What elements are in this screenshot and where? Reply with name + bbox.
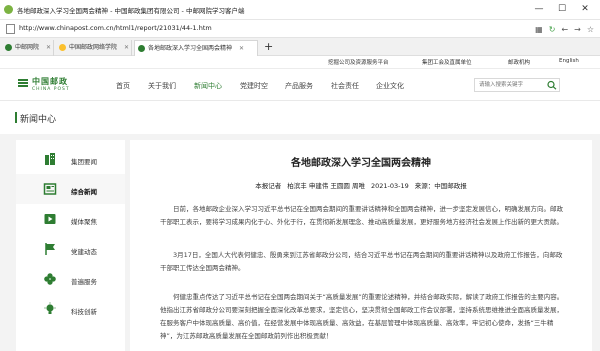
logo-text: 中国邮政	[32, 77, 68, 86]
sidebar-item-label: 党建动态	[71, 248, 97, 256]
video-icon	[44, 214, 56, 224]
close-window-button[interactable]: ✕	[574, 2, 596, 17]
article-source: 来源：中国邮政报	[414, 182, 467, 190]
sidebar-item-general-news[interactable]: 综合新闻	[16, 174, 125, 204]
top-link[interactable]: 邮政机构	[508, 58, 530, 66]
window-titlebar: 各地邮政深入学习全国两会精神 - 中国邮政集团有限公司 - 中邮网院学习客户端 …	[0, 0, 600, 20]
nav-party[interactable]: 党建时空	[240, 81, 268, 91]
breadcrumb: 新闻中心	[0, 102, 600, 134]
nav-culture[interactable]: 企业文化	[376, 81, 404, 91]
tab-bar: 中邮网院 ✕ 中国邮政网络学院 ✕ 各地邮政深入学习全国两会精神 ✕ +	[0, 38, 600, 56]
search-icon[interactable]	[546, 80, 558, 90]
nav-csr[interactable]: 社会责任	[331, 81, 359, 91]
sidebar: 集团要闻 综合新闻 媒体聚焦 党建动态 普遍服务 科技创新	[16, 140, 125, 351]
tab-label: 各地邮政深入学习全国两会精神	[148, 45, 233, 52]
tab-article[interactable]: 各地邮政深入学习全国两会精神 ✕	[134, 40, 258, 56]
tab-favicon	[138, 45, 145, 52]
reporters: 柏滨丰 申建伟 王圆圆 周唯	[287, 182, 365, 190]
article-paragraph: 日前，各地邮政企业深入学习习近平总书记在全国两会期间的重要讲话精神和全国两会精神…	[160, 205, 563, 226]
refresh-icon[interactable]: ↻	[549, 25, 556, 34]
sidebar-item-party[interactable]: 党建动态	[16, 234, 125, 264]
page-icon	[6, 24, 15, 34]
article-meta: 本报记者 柏滨丰 申建伟 王圆圆 周唯 2021-03-19 来源：中国邮政报	[130, 180, 592, 190]
bulb-icon	[44, 302, 56, 314]
nav-about[interactable]: 关于我们	[148, 81, 176, 91]
sidebar-item-label: 普遍服务	[71, 278, 97, 286]
tab-label: 中邮网院	[15, 44, 40, 51]
reporter-label: 本报记者	[255, 182, 282, 190]
tab-zhongyou[interactable]: 中邮网院 ✕	[2, 40, 54, 56]
newspaper-icon	[43, 183, 57, 195]
tab-label: 中国邮政网络学院	[69, 44, 118, 51]
close-icon[interactable]: ✕	[239, 45, 244, 52]
nav-news[interactable]: 新闻中心	[194, 81, 222, 91]
site-top-links: 挖掘公司及资源服务平台 集团工会及直属单位 邮政机构 English	[0, 56, 600, 69]
search-input[interactable]	[476, 80, 544, 90]
article-title: 各地邮政深入学习全国两会精神	[291, 158, 431, 169]
minimize-button[interactable]: —	[528, 2, 550, 17]
nav-home[interactable]: 首页	[116, 81, 130, 91]
sidebar-item-universal-service[interactable]: 普遍服务	[16, 264, 125, 294]
back-icon[interactable]: ←	[561, 25, 568, 34]
clover-icon	[44, 273, 56, 285]
article-paragraph: 何健忠重点传达了习近平总书记在全国两会期间关于“高质量发展”的重要论述精神，并结…	[160, 293, 564, 340]
top-link[interactable]: 挖掘公司及资源服务平台	[328, 58, 389, 66]
window-title: 各地邮政深入学习全国两会精神 - 中国邮政集团有限公司 - 中邮网院学习客户端	[17, 7, 245, 15]
article: 各地邮政深入学习全国两会精神 本报记者 柏滨丰 申建伟 王圆圆 周唯 2021-03…	[130, 140, 592, 351]
article-date: 2021-03-19	[370, 182, 409, 190]
sidebar-item-label: 集团要闻	[71, 158, 97, 166]
address-bar: http://www.chinapost.com.cn/html1/report…	[0, 20, 600, 38]
tab-academy[interactable]: 中国邮政网络学院 ✕	[56, 40, 132, 56]
sidebar-item-group-news[interactable]: 集团要闻	[16, 144, 125, 174]
building-icon	[45, 153, 55, 165]
grid-icon[interactable]: ▦	[535, 25, 543, 34]
nav-products[interactable]: 产品服务	[285, 81, 313, 91]
sidebar-item-media[interactable]: 媒体聚焦	[16, 204, 125, 234]
sidebar-item-innovation[interactable]: 科技创新	[16, 294, 125, 324]
new-tab-button[interactable]: +	[264, 40, 273, 54]
china-post-logo-icon[interactable]	[17, 77, 29, 89]
maximize-button[interactable]: ☐	[551, 2, 573, 17]
top-link[interactable]: English	[559, 58, 579, 64]
article-paragraph: 3月17日，全国人大代表何健忠、殷勇来到江苏省邮政分公司，结合习近平总书记在两会…	[160, 251, 563, 272]
logo-subtext: CHINA POST	[32, 87, 70, 92]
top-link[interactable]: 集团工会及直属单位	[422, 58, 472, 66]
flag-icon	[45, 243, 55, 255]
site-header: 中国邮政 CHINA POST 首页 关于我们 新闻中心 党建时空 产品服务 社…	[0, 69, 600, 101]
sidebar-item-label: 媒体聚焦	[71, 218, 97, 226]
address-actions: ▦ ↻ ← → ☆	[535, 22, 594, 36]
page-title: 新闻中心	[20, 115, 57, 125]
close-icon[interactable]: ✕	[124, 44, 129, 51]
star-icon[interactable]: ☆	[587, 25, 594, 34]
close-icon[interactable]: ✕	[46, 44, 51, 51]
tab-favicon	[5, 44, 12, 51]
title-accent	[15, 112, 17, 123]
tab-favicon	[59, 44, 66, 51]
url-field[interactable]: http://www.chinapost.com.cn/html1/report…	[19, 24, 212, 32]
sidebar-item-label: 科技创新	[71, 308, 97, 316]
forward-icon[interactable]: →	[574, 25, 581, 34]
sidebar-item-label: 综合新闻	[71, 188, 97, 196]
app-icon	[4, 5, 13, 14]
search-box	[474, 78, 560, 92]
